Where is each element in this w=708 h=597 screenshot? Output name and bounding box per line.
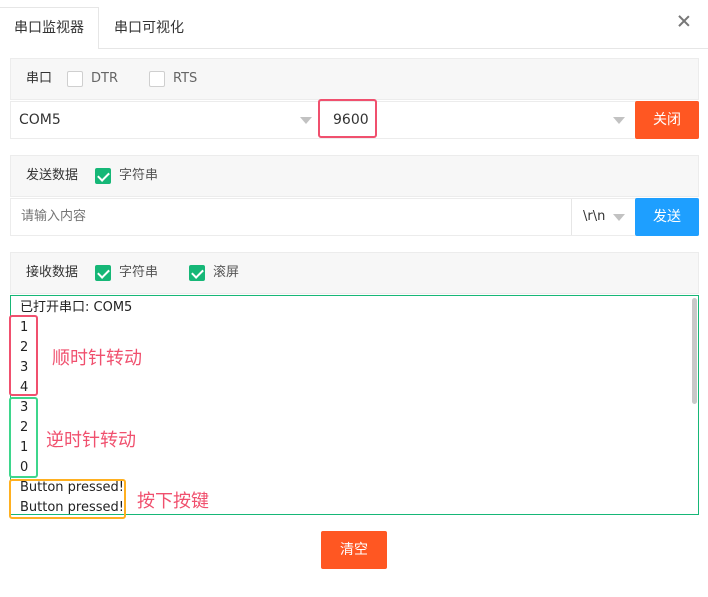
port-value: COM5: [19, 112, 61, 128]
send-section-label: 发送数据: [26, 168, 79, 183]
tab-bar: 串口监视器 串口可视化: [0, 0, 708, 49]
baud-chevron-down-icon[interactable]: [613, 117, 625, 124]
counterclockwise-annotation: 逆时针转动: [46, 430, 136, 451]
counterclockwise-highlight-box: [9, 397, 38, 478]
clockwise-highlight-box: [9, 315, 38, 396]
close-icon[interactable]: [676, 13, 692, 29]
serial-section-label: 串口: [26, 71, 53, 86]
receive-section-label: 接收数据: [26, 265, 79, 280]
baud-highlight-box: [318, 99, 377, 138]
send-button[interactable]: 发送: [635, 198, 699, 236]
line-ending-value: \r\n: [583, 209, 606, 224]
receive-section-header: 接收数据 字符串 滚屏: [10, 252, 699, 294]
line-ending-chevron-down-icon[interactable]: [613, 214, 625, 221]
port-chevron-down-icon[interactable]: [300, 117, 312, 124]
send-section-header: 发送数据 字符串: [10, 155, 699, 197]
receive-string-label: 字符串: [119, 265, 159, 280]
output-scrollbar[interactable]: [692, 298, 697, 404]
clear-button[interactable]: 清空: [321, 531, 387, 569]
tab-serial-monitor[interactable]: 串口监视器: [0, 7, 99, 49]
rts-label: RTS: [173, 71, 198, 86]
line-ending-select[interactable]: \r\n: [575, 199, 635, 235]
send-string-checkbox[interactable]: [95, 168, 111, 184]
rts-checkbox[interactable]: [149, 71, 165, 87]
send-string-label: 字符串: [119, 168, 159, 183]
send-divider: [571, 199, 572, 235]
tab-serial-visualization[interactable]: 串口可视化: [100, 8, 198, 49]
close-port-button[interactable]: 关闭: [635, 101, 699, 139]
dtr-checkbox[interactable]: [67, 71, 83, 87]
dtr-label: DTR: [91, 71, 118, 86]
send-input[interactable]: [11, 199, 571, 235]
button-press-annotation: 按下按键: [137, 491, 209, 512]
port-select[interactable]: COM5: [11, 102, 319, 138]
serial-section-header: 串口 DTR RTS: [10, 58, 699, 100]
scroll-checkbox[interactable]: [189, 265, 205, 281]
clockwise-annotation: 顺时针转动: [52, 348, 142, 369]
scroll-label: 滚屏: [213, 265, 240, 280]
button-press-highlight-box: [9, 479, 126, 519]
send-controls-row: \r\n 发送: [10, 198, 699, 236]
receive-string-checkbox[interactable]: [95, 265, 111, 281]
